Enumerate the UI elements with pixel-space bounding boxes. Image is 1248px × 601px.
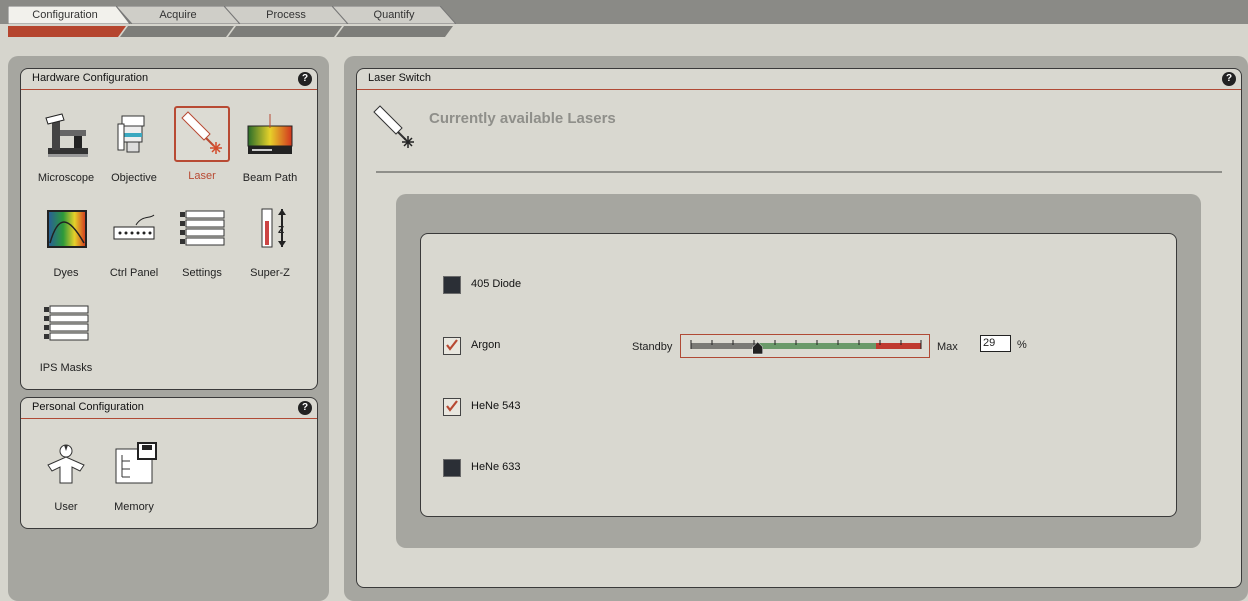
tab-configuration[interactable]: Configuration: [8, 6, 130, 24]
help-icon[interactable]: ?: [298, 72, 312, 86]
tile-microscope[interactable]: Microscope: [32, 110, 100, 184]
tile-dyes-label: Dyes: [53, 267, 79, 279]
tab-configuration-label: Configuration: [32, 9, 98, 21]
heading-divider: [376, 171, 1222, 173]
super-z-icon: Z: [242, 205, 298, 261]
ctrl-panel-icon: [106, 205, 162, 261]
laser-icon: [174, 106, 230, 162]
laser-heading-icon: [370, 104, 420, 152]
user-icon: [38, 439, 94, 495]
tab-process-label: Process: [266, 9, 306, 21]
help-icon[interactable]: ?: [1222, 72, 1236, 86]
hardware-config-header: Hardware Configuration ?: [21, 69, 317, 90]
tile-ctrl-panel-label: Ctrl Panel: [109, 267, 159, 279]
tile-ctrl-panel[interactable]: Ctrl Panel: [100, 205, 168, 279]
objective-icon: [106, 110, 162, 166]
tile-laser-label: Laser: [188, 170, 216, 182]
laser-switch-header: Laser Switch ?: [357, 69, 1241, 90]
tab-quantify-label: Quantify: [373, 9, 415, 21]
power-value-field[interactable]: 29: [980, 335, 1011, 352]
tile-settings-label: Settings: [182, 267, 222, 279]
tab-quantify[interactable]: Quantify: [332, 6, 456, 24]
personal-config-title: Personal Configuration: [32, 401, 144, 413]
argon-power-slider[interactable]: [680, 334, 930, 358]
tile-super-z[interactable]: Z Super-Z: [236, 205, 304, 279]
dyes-icon: [38, 205, 94, 261]
slider-track: [690, 340, 922, 355]
tile-super-z-label: Super-Z: [250, 267, 290, 279]
laser-405-label: 405 Diode: [471, 278, 522, 290]
slider-min-label: Standby: [632, 341, 673, 353]
laser-405-checkbox[interactable]: [443, 276, 461, 294]
microscope-icon: [38, 110, 94, 166]
laser-argon-label: Argon: [471, 339, 501, 351]
laser-hene543-checkbox[interactable]: [443, 398, 461, 416]
tile-ips-masks-label: IPS Masks: [39, 362, 93, 374]
tile-dyes[interactable]: Dyes: [32, 205, 100, 279]
beam-path-icon: [242, 110, 298, 166]
lasers-heading: Currently available Lasers: [429, 110, 616, 127]
tile-ips-masks[interactable]: IPS Masks: [32, 300, 100, 374]
memory-icon: [106, 439, 162, 495]
hardware-config-title: Hardware Configuration: [32, 72, 149, 84]
laser-switch-title: Laser Switch: [368, 72, 431, 84]
personal-config-header: Personal Configuration ?: [21, 398, 317, 419]
checkmark-icon: [446, 400, 458, 412]
tab-process[interactable]: Process: [224, 6, 348, 24]
tile-microscope-label: Microscope: [37, 172, 95, 184]
tile-objective-label: Objective: [111, 172, 157, 184]
laser-hene543-label: HeNe 543: [471, 400, 521, 412]
settings-icon: [174, 205, 230, 261]
tile-settings[interactable]: Settings: [168, 205, 236, 279]
help-icon[interactable]: ?: [298, 401, 312, 415]
tab-acquire-label: Acquire: [159, 9, 197, 21]
tile-user[interactable]: User: [32, 439, 100, 513]
tile-memory[interactable]: Memory: [100, 439, 168, 513]
laser-hene633-label: HeNe 633: [471, 461, 521, 473]
ips-masks-icon: [38, 300, 94, 356]
tab-acquire[interactable]: Acquire: [116, 6, 240, 24]
tile-beam-path-label: Beam Path: [242, 172, 298, 184]
lasers-list-box: [420, 233, 1177, 517]
tile-objective[interactable]: Objective: [100, 110, 168, 184]
laser-hene633-checkbox[interactable]: [443, 459, 461, 477]
tile-beam-path[interactable]: Beam Path: [236, 110, 304, 184]
tile-user-label: User: [54, 501, 78, 513]
slider-max-label: Max: [937, 341, 958, 353]
checkmark-icon: [446, 339, 458, 351]
tile-laser[interactable]: Laser: [168, 106, 236, 182]
tile-memory-label: Memory: [114, 501, 154, 513]
laser-argon-checkbox[interactable]: [443, 337, 461, 355]
step-indicator-bar: [8, 26, 453, 37]
power-unit-label: %: [1017, 339, 1027, 351]
svg-text:Z: Z: [278, 225, 284, 236]
